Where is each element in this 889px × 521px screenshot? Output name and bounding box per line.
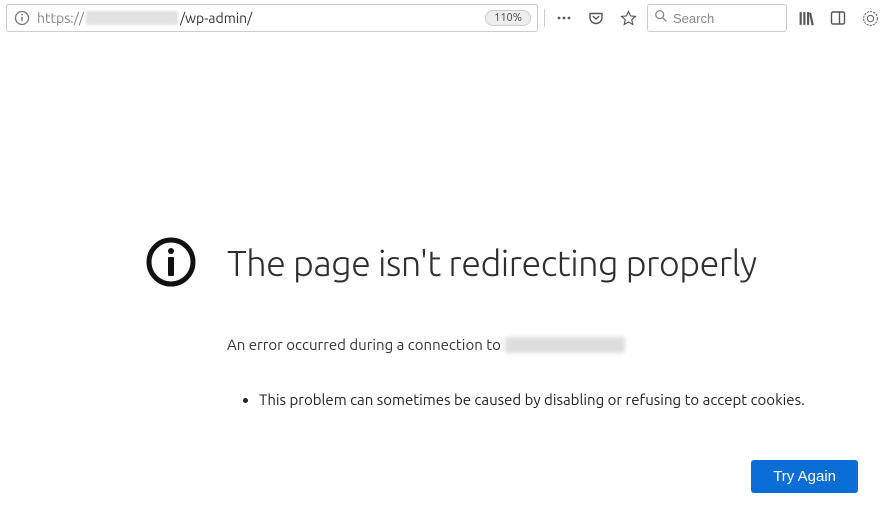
error-subtitle-text: An error occurred during a connection to bbox=[227, 336, 501, 353]
error-details: This problem can sometimes be caused by … bbox=[245, 391, 864, 408]
error-page: The page isn't redirecting properly An e… bbox=[0, 36, 889, 493]
error-actions: Try Again bbox=[145, 460, 864, 493]
pocket-icon[interactable] bbox=[583, 5, 609, 31]
extension-icon[interactable] bbox=[857, 5, 883, 31]
library-icon[interactable] bbox=[793, 5, 819, 31]
bookmark-star-icon[interactable] bbox=[615, 5, 641, 31]
info-icon[interactable] bbox=[13, 9, 31, 27]
search-icon bbox=[654, 9, 668, 27]
search-box[interactable] bbox=[647, 4, 787, 32]
error-info-icon bbox=[145, 236, 197, 288]
page-actions-icon[interactable] bbox=[551, 5, 577, 31]
error-host-redacted bbox=[505, 337, 625, 353]
error-header: The page isn't redirecting properly bbox=[145, 236, 864, 288]
error-title: The page isn't redirecting properly bbox=[227, 242, 757, 283]
url-bar[interactable]: https:// /wp-admin/ 110% bbox=[6, 4, 538, 32]
url-text: https:// /wp-admin/ bbox=[37, 10, 479, 26]
error-subtitle: An error occurred during a connection to bbox=[227, 336, 864, 353]
try-again-button[interactable]: Try Again bbox=[751, 460, 858, 493]
search-input[interactable] bbox=[673, 11, 780, 26]
error-bullet: This problem can sometimes be caused by … bbox=[259, 391, 864, 408]
browser-toolbar: https:// /wp-admin/ 110% bbox=[0, 0, 889, 36]
url-path: /wp-admin/ bbox=[180, 10, 252, 26]
sidebar-icon[interactable] bbox=[825, 5, 851, 31]
url-prefix: https:// bbox=[37, 10, 84, 26]
zoom-badge[interactable]: 110% bbox=[485, 10, 531, 26]
url-redacted bbox=[86, 11, 178, 25]
divider bbox=[544, 9, 545, 27]
